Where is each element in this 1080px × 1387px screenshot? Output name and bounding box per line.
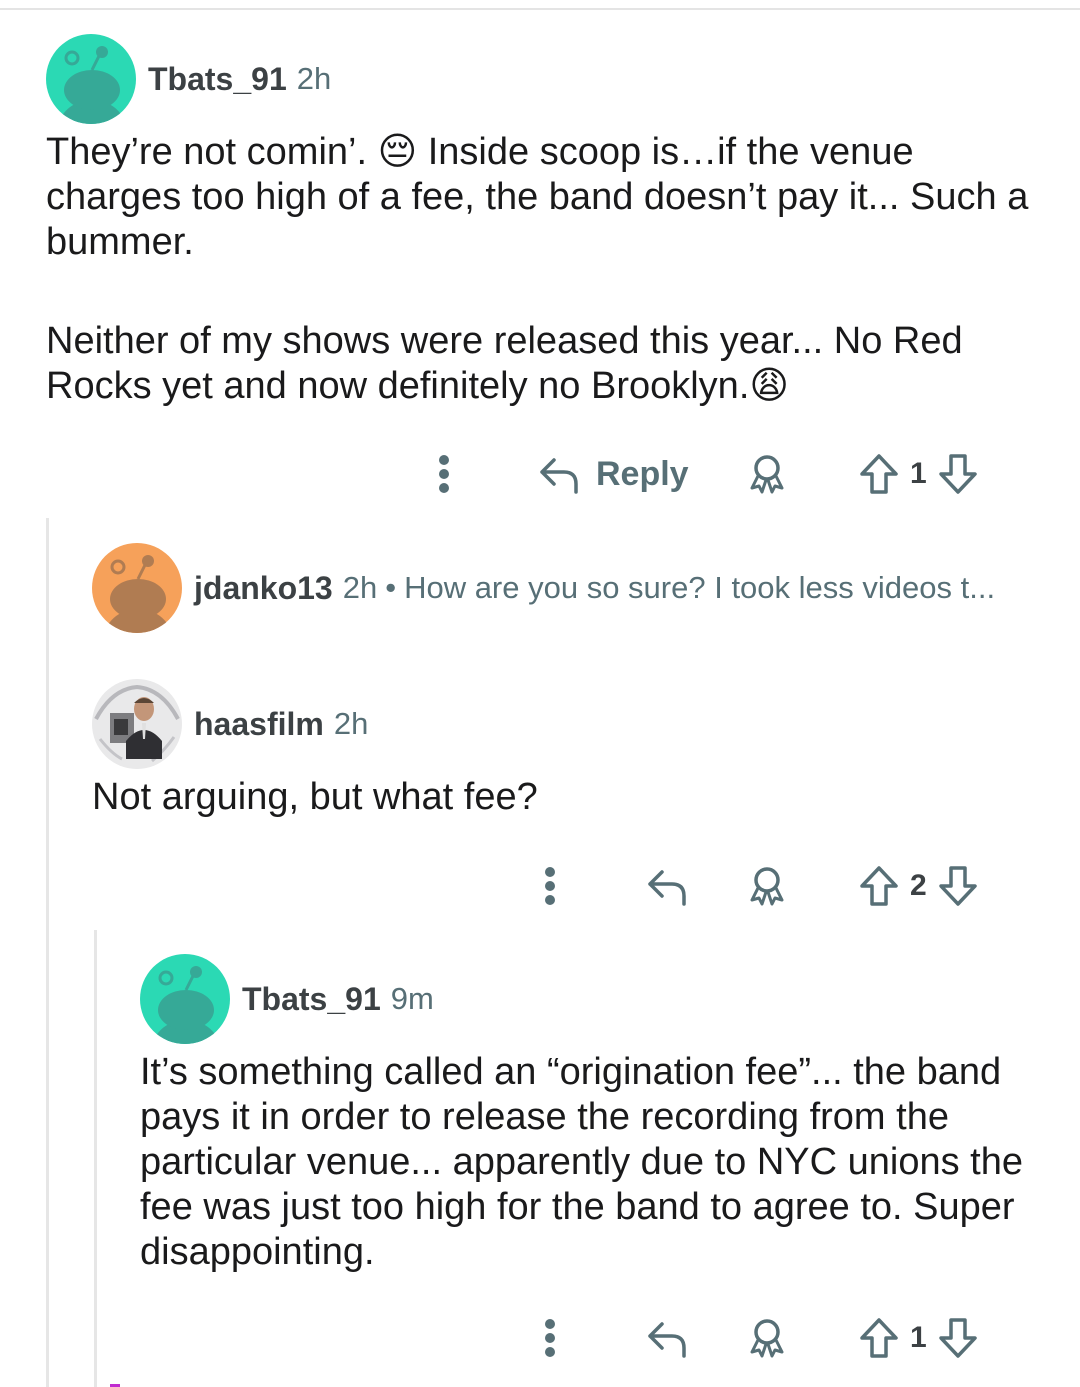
upvote-arrow-icon[interactable]	[858, 1316, 900, 1360]
vote-control: 2	[858, 864, 979, 908]
downvote-arrow-icon[interactable]	[937, 1316, 979, 1360]
timestamp: 2h	[333, 706, 369, 741]
more-options-button[interactable]	[430, 452, 458, 496]
comment-paragraph: Not arguing, but what fee?	[92, 776, 538, 818]
vote-control: 1	[858, 452, 979, 496]
separator-dot: •	[385, 570, 397, 605]
comment-tbats-1: Tbats_91 2h They’re not comin’. 😔 Inside…	[46, 34, 1046, 409]
reply-button[interactable]	[646, 1316, 688, 1360]
reply-button[interactable]: Reply	[538, 452, 689, 496]
comment-body: They’re not comin’. 😔 Inside scoop is…if…	[46, 130, 1046, 409]
comment-paragraph: Neither of my shows were released this y…	[46, 320, 963, 407]
comment-header: jdanko13 2h • How are you so sure? I too…	[92, 543, 1062, 633]
comment-header: Tbats_91 9m	[140, 954, 1050, 1044]
comment-paragraph: They’re not comin’. 😔 Inside scoop is…if…	[46, 131, 1029, 263]
top-divider	[0, 8, 1080, 10]
timestamp: 2h	[342, 570, 378, 605]
comment-body: Not arguing, but what fee?	[92, 775, 1052, 820]
comment-actions: 1	[0, 1316, 1080, 1360]
upvote-arrow-icon[interactable]	[858, 864, 900, 908]
thread-line-level1[interactable]	[46, 518, 49, 1387]
comment-jdanko13-collapsed[interactable]: jdanko13 2h • How are you so sure? I too…	[92, 543, 1062, 633]
more-options-button[interactable]	[536, 1316, 564, 1360]
vote-count: 1	[910, 457, 927, 490]
more-options-button[interactable]	[536, 864, 564, 908]
timestamp: 9m	[390, 981, 434, 1016]
snoo-avatar-icon[interactable]	[140, 954, 230, 1044]
author-name[interactable]: jdanko13	[194, 570, 333, 607]
comment-header: haasfilm 2h	[92, 679, 1052, 769]
award-button[interactable]	[746, 864, 788, 908]
snoo-avatar-icon[interactable]	[46, 34, 136, 124]
comment-actions: Reply 1	[0, 452, 1080, 496]
reply-arrow-icon	[540, 458, 578, 494]
user-avatar-photo[interactable]	[92, 679, 182, 769]
comment-actions: 2	[0, 864, 1080, 908]
award-button[interactable]	[746, 452, 788, 496]
vote-count: 2	[910, 869, 927, 902]
more-vertical-icon	[439, 455, 449, 493]
comment-preview: How are you so sure? I took less videos …	[404, 570, 996, 605]
award-icon	[750, 867, 784, 906]
vote-count: 1	[910, 1321, 927, 1354]
downvote-arrow-icon[interactable]	[937, 864, 979, 908]
comment-tbats-2: Tbats_91 9m It’s something called an “or…	[140, 954, 1050, 1275]
comment-body: It’s something called an “origination fe…	[140, 1050, 1050, 1275]
comment-paragraph: It’s something called an “origination fe…	[140, 1051, 1023, 1273]
more-vertical-icon	[545, 1319, 555, 1357]
award-button[interactable]	[746, 1316, 788, 1360]
reply-label: Reply	[596, 454, 689, 493]
more-vertical-icon	[545, 867, 555, 905]
timestamp: 2h	[296, 61, 332, 96]
comment-haasfilm: haasfilm 2h Not arguing, but what fee?	[92, 679, 1052, 820]
snoo-avatar-icon[interactable]	[92, 543, 182, 633]
reply-arrow-icon	[648, 1322, 686, 1358]
award-icon	[750, 1319, 784, 1358]
author-name[interactable]: Tbats_91	[148, 61, 287, 98]
author-name[interactable]: Tbats_91	[242, 981, 381, 1018]
award-icon	[750, 455, 784, 494]
vote-control: 1	[858, 1316, 979, 1360]
author-name[interactable]: haasfilm	[194, 706, 324, 743]
upvote-arrow-icon[interactable]	[858, 452, 900, 496]
comment-header: Tbats_91 2h	[46, 34, 1046, 124]
reply-button[interactable]	[646, 864, 688, 908]
reply-arrow-icon	[648, 870, 686, 906]
downvote-arrow-icon[interactable]	[937, 452, 979, 496]
